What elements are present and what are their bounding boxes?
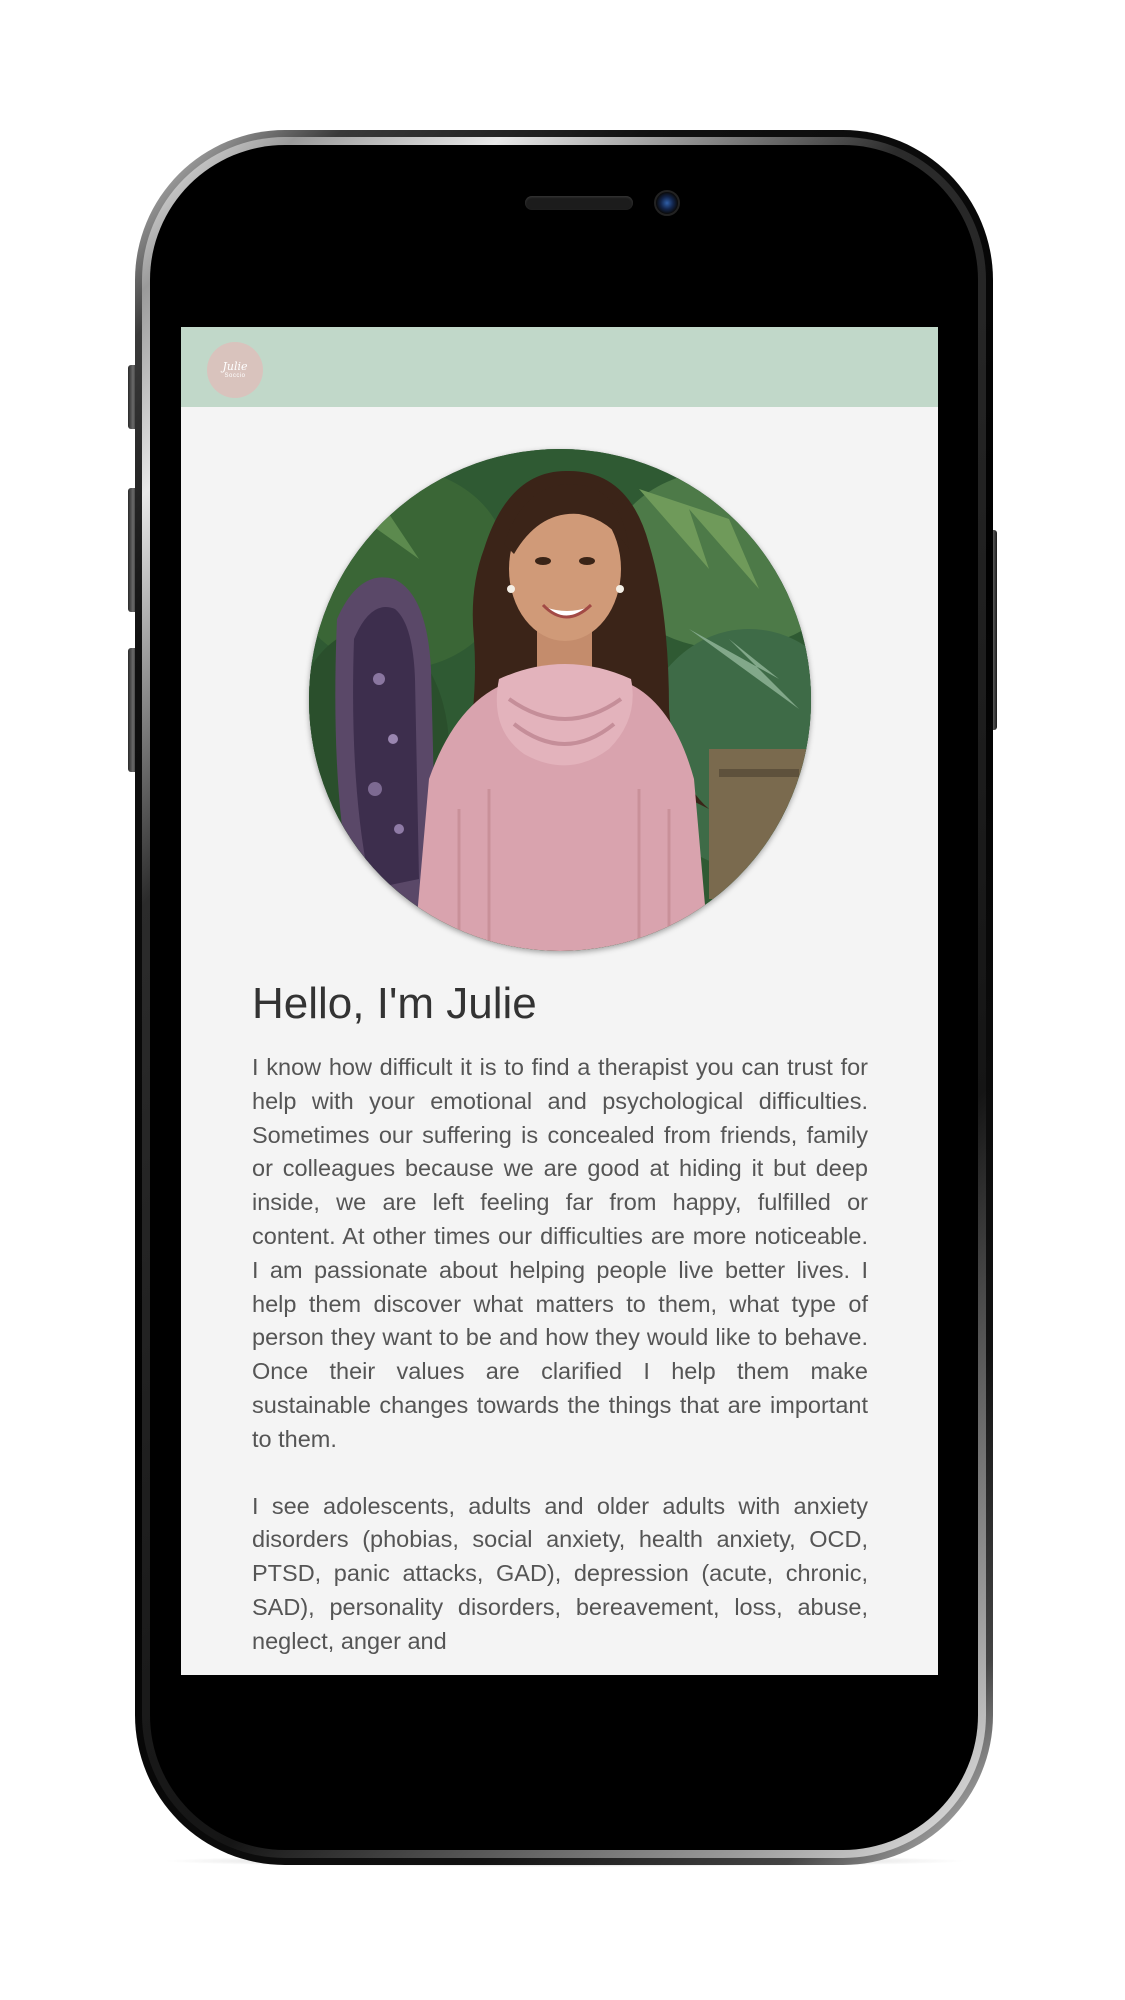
device-mockup-stage: Julie Soccio Hello, I'm Julie I know how… xyxy=(0,0,1125,2000)
phone-frame: Julie Soccio Hello, I'm Julie I know how… xyxy=(135,130,993,1865)
front-camera-icon xyxy=(654,190,680,216)
site-header: Julie Soccio xyxy=(181,327,938,407)
portrait-photo xyxy=(309,449,811,951)
phone-frame-inner: Julie Soccio Hello, I'm Julie I know how… xyxy=(142,137,986,1858)
logo-subtitle: Soccio xyxy=(224,372,246,379)
page-title: Hello, I'm Julie xyxy=(252,979,537,1028)
about-paragraph: I see adolescents, adults and older adul… xyxy=(252,1492,868,1654)
phone-screen[interactable]: Julie Soccio Hello, I'm Julie I know how… xyxy=(181,327,938,1675)
logo-name: Julie xyxy=(222,359,248,373)
about-section: Hello, I'm Julie I know how difficult it… xyxy=(252,975,868,1659)
site-logo[interactable]: Julie Soccio xyxy=(207,342,263,398)
about-paragraph: I know how difficult it is to find a the… xyxy=(252,1054,868,1452)
earpiece-speaker xyxy=(525,196,633,210)
phone-bezel: Julie Soccio Hello, I'm Julie I know how… xyxy=(150,145,978,1850)
portrait-illustration xyxy=(309,449,811,951)
